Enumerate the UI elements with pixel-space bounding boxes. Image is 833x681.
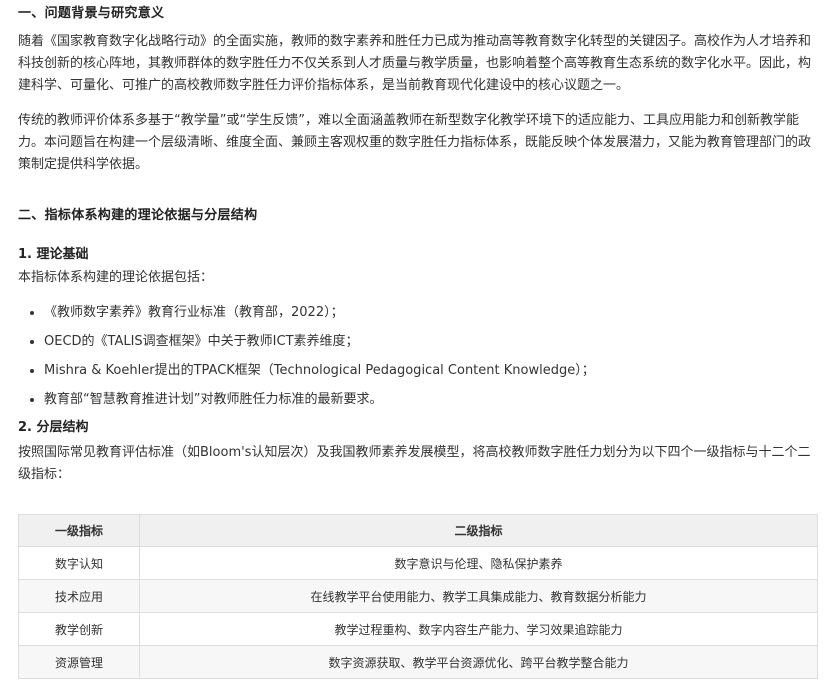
section1-paragraph-2: 传统的教师评价体系多基于“教学量”或“学生反馈”，难以全面涵盖教师在新型数字化教…: [18, 113, 812, 172]
table-cell: 教学创新: [18, 612, 140, 646]
section2-heading: 二、指标体系构建的理论依据与分层结构: [18, 208, 258, 223]
list-item: 教育部“智慧教育推进计划”对教师胜任力标准的最新要求。: [44, 389, 821, 411]
table-header-row: 一级指标 二级指标: [18, 514, 818, 547]
list-item: 《教师数字素养》教育行业标准（教育部，2022）；: [44, 302, 821, 324]
table-row: 教学创新 教学过程重构、数字内容生产能力、学习效果追踪能力: [18, 612, 818, 646]
table-row: 技术应用 在线教学平台使用能力、教学工具集成能力、教育数据分析能力: [18, 579, 818, 613]
table-cell: 数字资源获取、教学平台资源优化、跨平台教学整合能力: [139, 645, 818, 679]
table-cell: 教学过程重构、数字内容生产能力、学习效果追踪能力: [139, 612, 818, 646]
table-cell: 资源管理: [18, 645, 140, 679]
section1-heading: 一、问题背景与研究意义: [18, 6, 165, 21]
section1-paragraph-1: 随着《国家教育数字化战略行动》的全面实施，教师的数字素养和胜任力已成为推动高等教…: [18, 34, 812, 93]
table-cell: 在线教学平台使用能力、教学工具集成能力、教育数据分析能力: [139, 579, 818, 613]
theory-list: 《教师数字素养》教育行业标准（教育部，2022）； OECD的《TALIS调查框…: [18, 302, 821, 411]
table-cell: 数字意识与伦理、隐私保护素养: [139, 546, 818, 580]
table-row: 数字认知 数字意识与伦理、隐私保护素养: [18, 546, 818, 580]
column-header-level2: 二级指标: [139, 514, 818, 547]
layers-intro: 按照国际常见教育评估标准（如Bloom's认知层次）及我国教师素养发展模型，将高…: [18, 445, 811, 482]
article-page: 一、问题背景与研究意义 随着《国家教育数字化战略行动》的全面实施，教师的数字素养…: [0, 0, 833, 681]
table-cell: 数字认知: [18, 546, 140, 580]
list-item: OECD的《TALIS调查框架》中关于教师ICT素养维度；: [44, 331, 821, 353]
indicator-table: 一级指标 二级指标 数字认知 数字意识与伦理、隐私保护素养 技术应用 在线教学平…: [18, 514, 818, 679]
theory-intro: 本指标体系构建的理论依据包括：: [18, 270, 214, 285]
list-item: Mishra & Koehler提出的TPACK框架（Technological…: [44, 360, 821, 382]
theory-heading: 1. 理论基础: [18, 247, 89, 262]
table-cell: 技术应用: [18, 579, 140, 613]
table-row: 资源管理 数字资源获取、教学平台资源优化、跨平台教学整合能力: [18, 645, 818, 679]
column-header-level1: 一级指标: [18, 514, 140, 547]
layers-heading: 2. 分层结构: [18, 420, 89, 435]
